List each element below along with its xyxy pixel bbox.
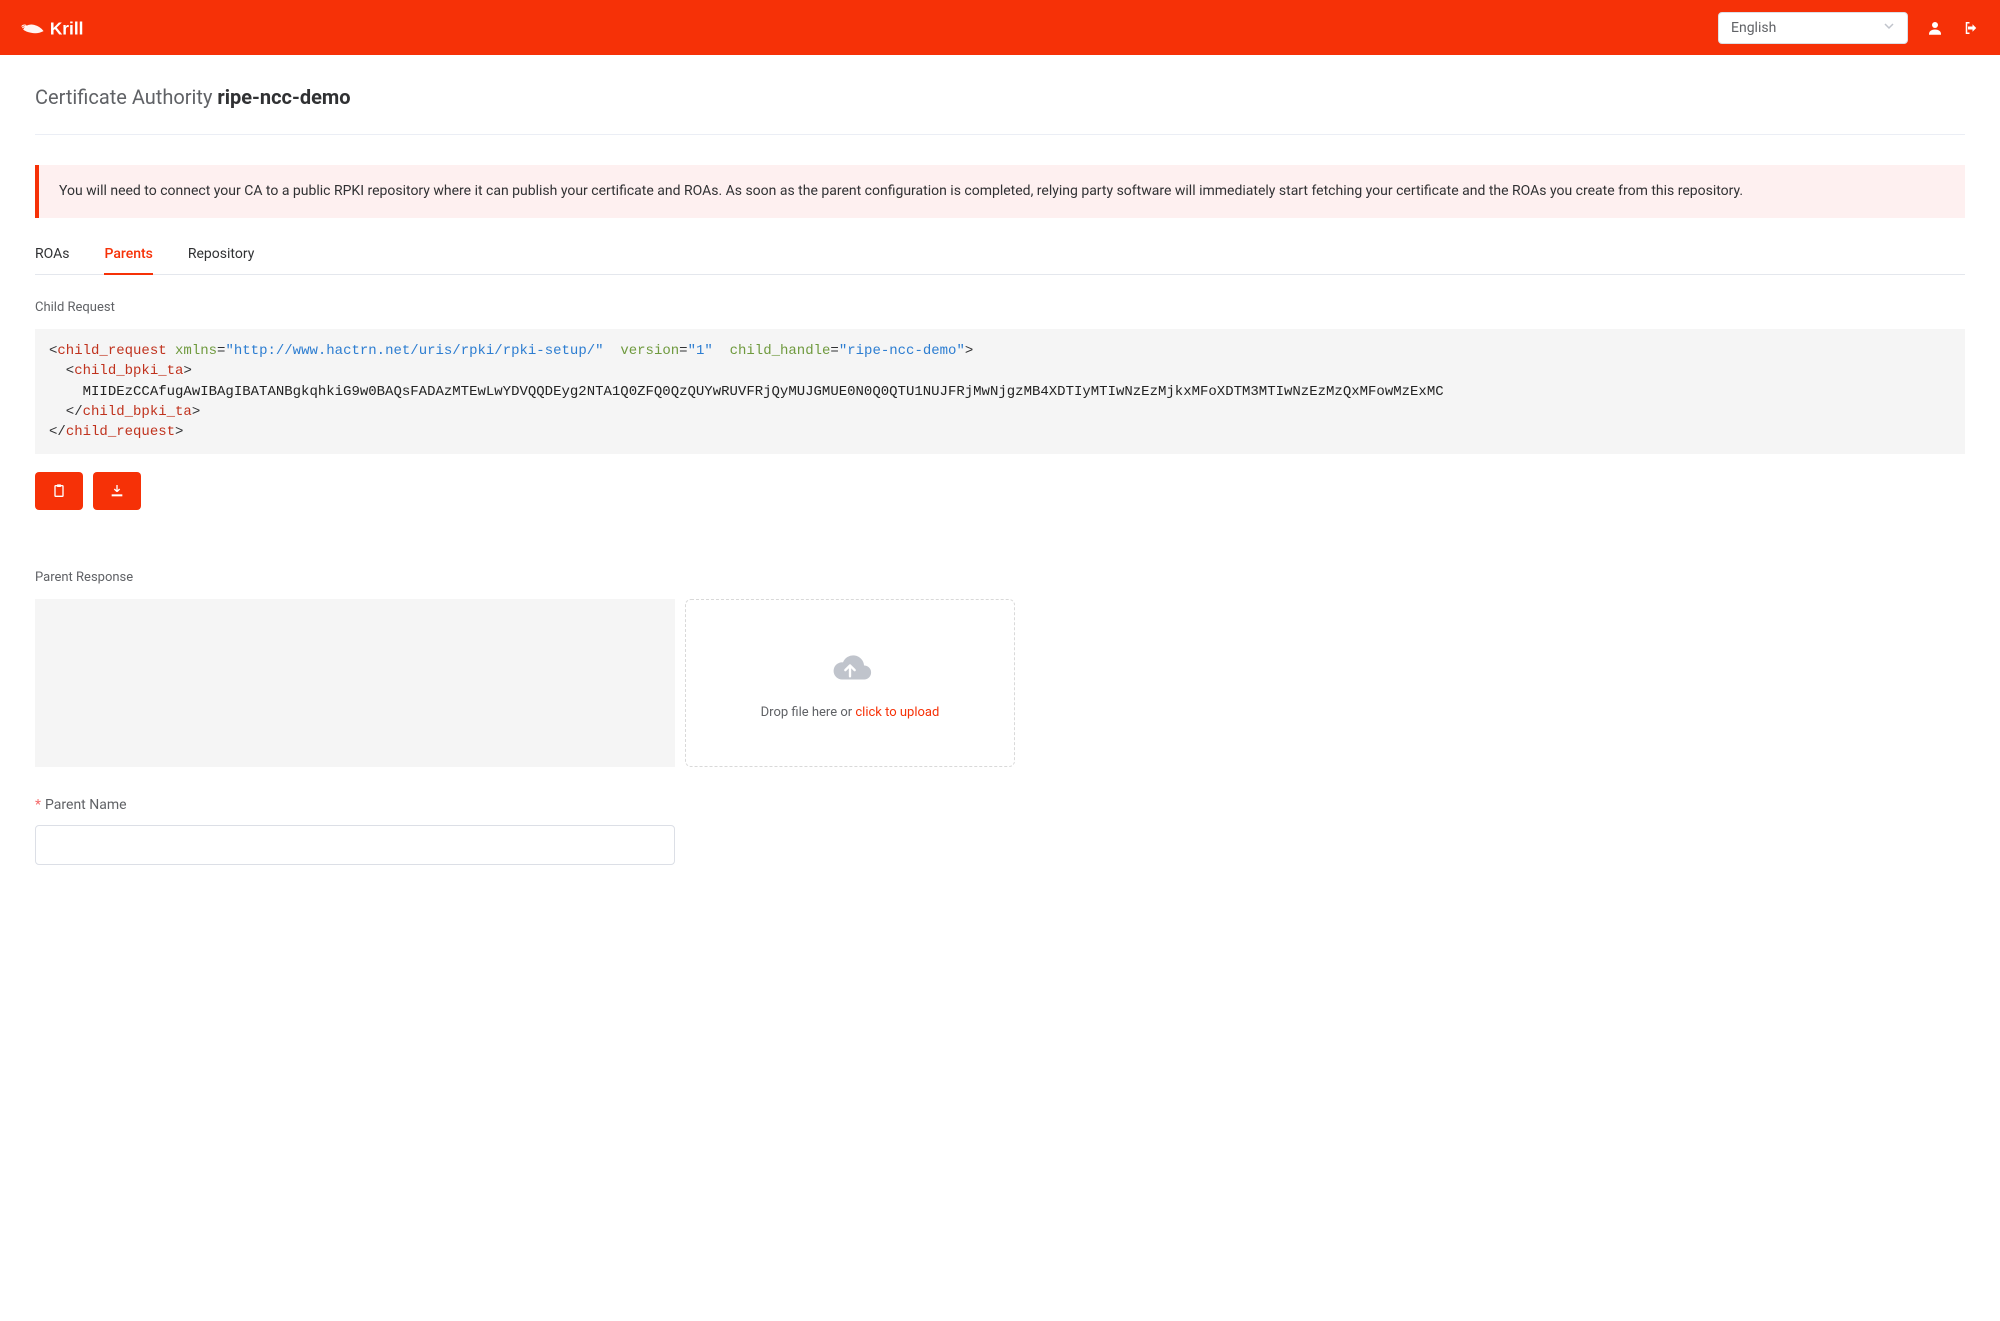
cloud-upload-icon [825,647,875,691]
alert-text: You will need to connect your CA to a pu… [59,183,1743,199]
language-select-value: English [1731,20,1776,36]
title-divider [35,134,1965,135]
child-request-xml[interactable]: <child_request xmlns="http://www.hactrn.… [35,329,1965,454]
repo-alert: You will need to connect your CA to a pu… [35,165,1965,218]
required-asterisk: * [35,797,41,813]
parent-name-input[interactable] [35,825,675,865]
parent-response-label: Parent Response [35,570,1965,585]
chevron-down-icon [1883,20,1895,36]
tab-roas[interactable]: ROAs [35,246,69,274]
header-right: English [1718,12,1980,44]
clipboard-icon [51,483,67,499]
user-icon[interactable] [1926,19,1944,37]
parent-response-textarea[interactable] [35,599,675,767]
app-header: Krill English [0,0,2000,55]
child-request-actions [35,472,1965,510]
tabs: ROAs Parents Repository [35,246,1965,275]
parent-response-row: Drop file here or click to upload [35,599,1965,767]
main-content: Certificate Authority ripe-ncc-demo You … [0,55,2000,905]
brand-logo: Krill [20,14,130,42]
svg-text:Krill: Krill [50,18,84,38]
copy-button[interactable] [35,472,83,510]
parent-name-label: *Parent Name [35,797,1965,813]
download-icon [109,483,125,499]
upload-text: Drop file here or click to upload [761,705,940,720]
krill-logo-icon: Krill [20,14,130,42]
tab-repository[interactable]: Repository [188,246,254,274]
upload-click-link[interactable]: click to upload [855,705,939,720]
tab-parents[interactable]: Parents [104,246,152,274]
page-title-prefix: Certificate Authority [35,85,217,109]
child-request-label: Child Request [35,300,1965,315]
language-select[interactable]: English [1718,12,1908,44]
download-button[interactable] [93,472,141,510]
logout-icon[interactable] [1962,19,1980,37]
parent-response-upload[interactable]: Drop file here or click to upload [685,599,1015,767]
ca-name: ripe-ncc-demo [217,85,350,109]
page-title: Certificate Authority ripe-ncc-demo [35,85,1965,109]
